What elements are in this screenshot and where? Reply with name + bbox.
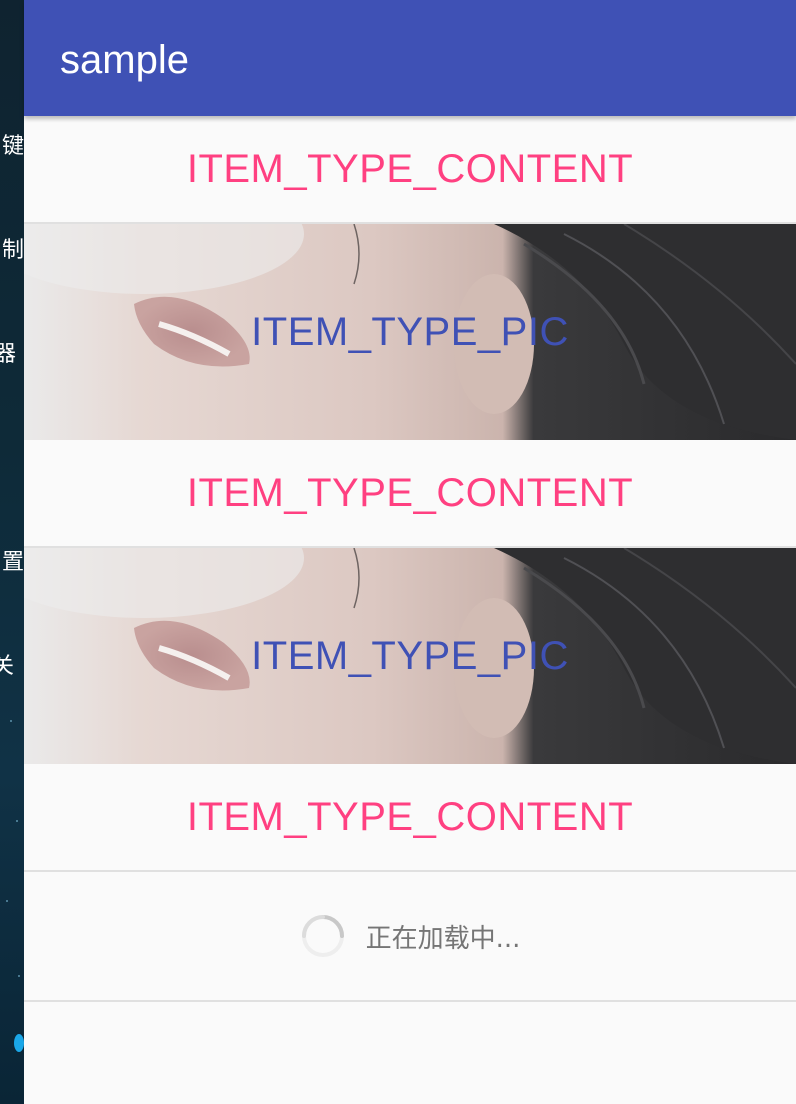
launcher-text-fragment: 置 <box>1 550 24 575</box>
item-label: ITEM_TYPE_PIC <box>251 633 569 678</box>
list-item-content[interactable]: ITEM_TYPE_CONTENT <box>24 764 796 872</box>
launcher-text-fragment: 键 <box>1 134 24 159</box>
loading-text: 正在加载中... <box>365 923 521 954</box>
screen: 键 制 器 置 关 sample ITEM_TYPE_CONTENT ITEM_… <box>0 0 796 1104</box>
launcher-text-fragment: 制 <box>1 238 24 263</box>
list-item-pic[interactable]: ITEM_TYPE_PIC <box>24 548 796 764</box>
load-more-footer: 正在加载中... <box>24 872 796 1002</box>
toolbar-title: sample <box>60 38 189 82</box>
loading-spinner-icon <box>301 915 344 957</box>
background-launcher-strip: 键 制 器 置 关 <box>0 0 24 1104</box>
list-item-content[interactable]: ITEM_TYPE_CONTENT <box>24 116 796 224</box>
star-dot <box>10 720 12 722</box>
item-label: ITEM_TYPE_CONTENT <box>186 146 634 191</box>
recycler-list[interactable]: ITEM_TYPE_CONTENT ITEM_TYPE_PIC ITEM_TYP… <box>24 116 796 1002</box>
launcher-text-fragment: 器 <box>0 342 16 367</box>
launcher-text-fragment: 关 <box>0 654 14 679</box>
star-dot <box>18 975 20 977</box>
item-label: ITEM_TYPE_CONTENT <box>186 470 634 515</box>
app-window: sample ITEM_TYPE_CONTENT ITEM_TYPE_PIC I… <box>24 0 796 1104</box>
item-label: ITEM_TYPE_CONTENT <box>186 794 634 839</box>
item-label: ITEM_TYPE_PIC <box>251 309 569 354</box>
app-toolbar: sample <box>24 0 796 116</box>
launcher-icon-fragment <box>14 1034 24 1052</box>
list-item-content[interactable]: ITEM_TYPE_CONTENT <box>24 440 796 548</box>
star-dot <box>6 900 8 902</box>
list-item-pic[interactable]: ITEM_TYPE_PIC <box>24 224 796 440</box>
star-dot <box>16 820 18 822</box>
